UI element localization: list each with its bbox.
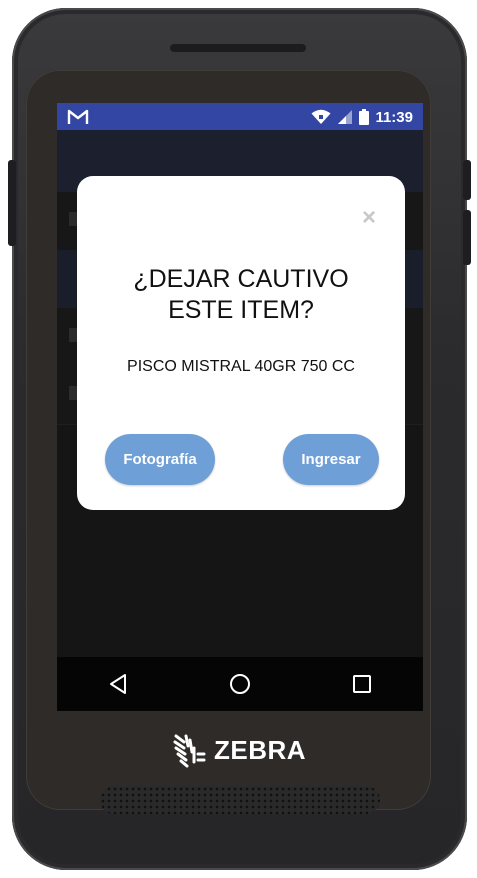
side-button-right-bottom[interactable] (463, 210, 471, 265)
back-icon (110, 674, 126, 694)
gmail-m-icon (67, 109, 89, 124)
back-button[interactable] (88, 657, 148, 711)
recents-icon (353, 675, 371, 693)
enter-button[interactable]: Ingresar (283, 434, 379, 485)
modal-overlay: × ¿DEJAR CAUTIVO ESTE ITEM? PISCO MISTRA… (57, 130, 423, 657)
earpiece (170, 44, 306, 52)
zebra-logo: ZEBRA (172, 730, 306, 770)
home-icon (230, 674, 250, 694)
wifi-icon (311, 109, 331, 124)
photo-button[interactable]: Fotografía (105, 434, 215, 485)
status-icons: 11:39 (311, 107, 413, 127)
side-button-right-top[interactable] (463, 160, 471, 200)
product-name: PISCO MISTRAL 40GR 750 CC (127, 358, 355, 375)
dialog-title: ¿DEJAR CAUTIVO ESTE ITEM? (133, 265, 349, 324)
side-button-left[interactable] (8, 160, 16, 246)
confirm-dialog: × ¿DEJAR CAUTIVO ESTE ITEM? PISCO MISTRA… (77, 176, 405, 510)
zebra-head-icon (173, 734, 206, 768)
speaker-grille (100, 786, 380, 814)
status-bar: 11:39 (57, 103, 423, 130)
battery-icon (359, 109, 370, 125)
close-icon[interactable]: × (359, 206, 379, 230)
screen: 11:39 × ¿DEJAR CAUTIVO ESTE ITEM? PISCO … (57, 103, 423, 711)
recents-button[interactable] (332, 657, 392, 711)
status-time: 11:39 (375, 108, 413, 126)
home-button[interactable] (210, 657, 270, 711)
navigation-bar (57, 657, 423, 711)
brand-name: ZEBRA (214, 734, 307, 765)
signal-icon (338, 110, 353, 124)
